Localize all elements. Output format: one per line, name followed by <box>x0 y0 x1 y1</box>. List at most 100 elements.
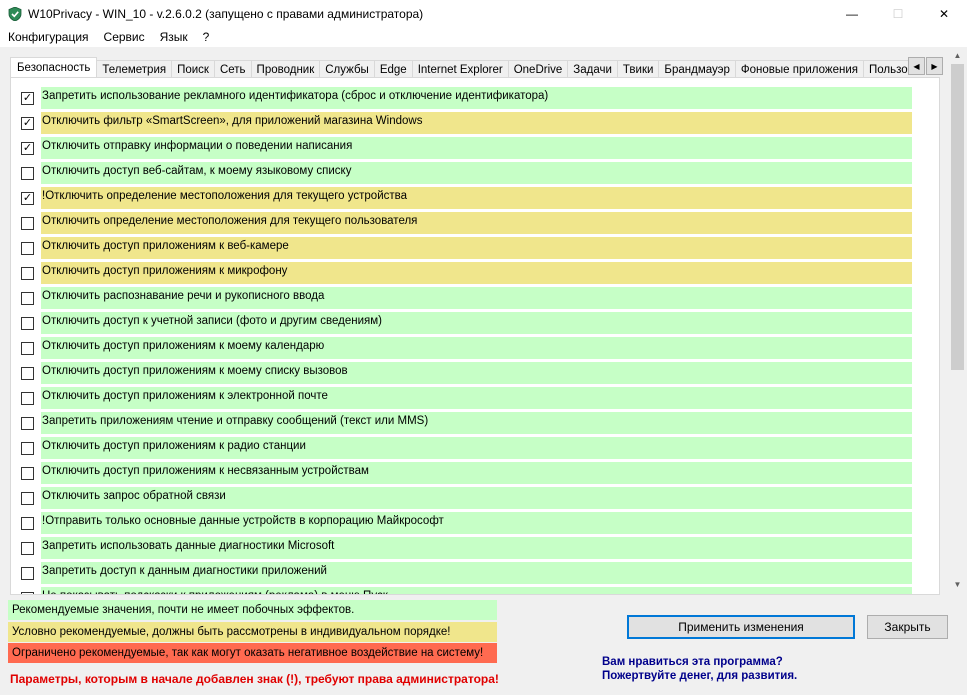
setting-row[interactable]: Отключить доступ приложениям к несвязанн… <box>11 462 939 484</box>
setting-checkbox[interactable] <box>21 167 34 180</box>
menu-configuration[interactable]: Конфигурация <box>0 30 96 44</box>
shield-icon <box>8 6 22 21</box>
setting-row[interactable]: Отключить доступ веб-сайтам, к моему язы… <box>11 162 939 184</box>
setting-label: Отключить доступ приложениям к моему кал… <box>41 337 912 359</box>
setting-row[interactable]: Отключить доступ приложениям к моему кал… <box>11 337 939 359</box>
setting-label: Запретить использовать данные диагностик… <box>41 537 912 559</box>
minimize-icon: — <box>846 6 858 21</box>
setting-row[interactable]: Отключить доступ приложениям к микрофону <box>11 262 939 284</box>
close-window-button[interactable]: ✕ <box>921 0 967 27</box>
setting-row[interactable]: ✓ Отключить отправку информации о поведен… <box>11 137 939 159</box>
apply-changes-button[interactable]: Применить изменения <box>627 615 855 639</box>
setting-checkbox[interactable] <box>21 467 34 480</box>
close-button[interactable]: Закрыть <box>867 615 948 639</box>
tab-network[interactable]: Сеть <box>213 60 252 78</box>
tab-scroll-right-button[interactable]: ▶ <box>926 57 943 75</box>
setting-row[interactable]: Отключить распознавание речи и рукописно… <box>11 287 939 309</box>
title-bar: W10Privacy - WIN_10 - v.2.6.0.2 (запущен… <box>0 0 967 27</box>
tab-edge[interactable]: Edge <box>373 60 413 78</box>
checkmark-icon: ✓ <box>22 192 33 204</box>
minimize-button[interactable]: — <box>829 0 875 27</box>
setting-checkbox[interactable] <box>21 367 34 380</box>
tab-search[interactable]: Поиск <box>171 60 215 78</box>
donate-line-1[interactable]: Вам нравиться эта программа? <box>602 656 783 668</box>
setting-checkbox[interactable]: ✓ <box>21 142 34 155</box>
arrow-down-icon: ▼ <box>953 580 962 589</box>
tab-background-apps[interactable]: Фоновые приложения <box>734 60 864 78</box>
tab-tasks[interactable]: Задачи <box>567 60 618 78</box>
scroll-up-button[interactable]: ▲ <box>949 47 966 64</box>
setting-checkbox[interactable] <box>21 417 34 430</box>
setting-row[interactable]: !Отправить только основные данные устрой… <box>11 512 939 534</box>
checkmark-icon: ✓ <box>22 92 33 104</box>
setting-label: Отключить доступ приложениям к моему спи… <box>41 362 912 384</box>
setting-row[interactable]: ✓ !Отключить определение местоположения д… <box>11 187 939 209</box>
maximize-button[interactable]: ☐ <box>875 0 921 27</box>
setting-checkbox[interactable]: ✓ <box>21 192 34 205</box>
setting-row[interactable]: ✓ Отключить фильтр «SmartScreen», для при… <box>11 112 939 134</box>
chevron-right-icon: ▶ <box>931 61 938 71</box>
setting-row[interactable]: Отключить доступ к учетной записи (фото … <box>11 312 939 334</box>
tab-scroll-left-button[interactable]: ◀ <box>908 57 925 75</box>
setting-label: Отключить определение местоположения для… <box>41 212 912 234</box>
setting-row[interactable]: Отключить доступ приложениям к веб-камер… <box>11 237 939 259</box>
tab-explorer[interactable]: Проводник <box>250 60 321 78</box>
tab-firewall[interactable]: Брандмауэр <box>658 60 736 78</box>
setting-row[interactable]: ✓ Запретить использование рекламного иден… <box>11 87 939 109</box>
scroll-down-button[interactable]: ▼ <box>949 576 966 593</box>
setting-checkbox[interactable] <box>21 542 34 555</box>
setting-checkbox[interactable] <box>21 517 34 530</box>
setting-label: !Отправить только основные данные устрой… <box>41 512 912 534</box>
legend-conditional: Условно рекомендуемые, должны быть рассм… <box>8 622 497 642</box>
arrow-up-icon: ▲ <box>953 51 962 60</box>
tab-onedrive[interactable]: OneDrive <box>507 60 569 78</box>
maximize-icon: ☐ <box>892 6 904 21</box>
setting-checkbox[interactable]: ✓ <box>21 117 34 130</box>
tab-services[interactable]: Службы <box>319 60 375 78</box>
setting-row[interactable]: Отключить доступ приложениям к электронн… <box>11 387 939 409</box>
setting-checkbox[interactable] <box>21 267 34 280</box>
setting-row[interactable]: Отключить доступ приложениям к радио ста… <box>11 437 939 459</box>
legend-recommended: Рекомендуемые значения, почти не имеет п… <box>8 600 497 620</box>
setting-checkbox[interactable] <box>21 317 34 330</box>
setting-checkbox[interactable] <box>21 342 34 355</box>
setting-row[interactable]: Запретить приложениям чтение и отправку … <box>11 412 939 434</box>
menu-help[interactable]: ? <box>195 30 217 44</box>
menu-service[interactable]: Сервис <box>96 30 152 44</box>
admin-rights-note: Параметры, которым в начале добавлен зна… <box>10 672 499 686</box>
vertical-scrollbar[interactable]: ▲ ▼ <box>949 47 966 593</box>
setting-label: Отключить доступ приложениям к электронн… <box>41 387 912 409</box>
setting-checkbox[interactable]: ✓ <box>21 92 34 105</box>
donate-line-2[interactable]: Пожертвуйте денег, для развития. <box>602 670 797 682</box>
setting-row[interactable]: Отключить определение местоположения для… <box>11 212 939 234</box>
setting-row[interactable]: Запретить доступ к данным диагностики пр… <box>11 562 939 584</box>
setting-label: Отключить запрос обратной связи <box>41 487 912 509</box>
tab-security[interactable]: Безопасность <box>10 57 98 78</box>
setting-row[interactable]: Запретить использовать данные диагностик… <box>11 537 939 559</box>
setting-label: Отключить доступ приложениям к микрофону <box>41 262 912 284</box>
setting-checkbox[interactable] <box>21 592 34 594</box>
setting-checkbox[interactable] <box>21 292 34 305</box>
setting-label: !Отключить определение местоположения дл… <box>41 187 912 209</box>
setting-checkbox[interactable] <box>21 392 34 405</box>
setting-label: Отключить доступ веб-сайтам, к моему язы… <box>41 162 912 184</box>
close-icon: ✕ <box>938 6 950 21</box>
setting-checkbox[interactable] <box>21 242 34 255</box>
setting-checkbox[interactable] <box>21 217 34 230</box>
menu-language[interactable]: Язык <box>152 30 195 44</box>
setting-checkbox[interactable] <box>21 567 34 580</box>
setting-checkbox[interactable] <box>21 492 34 505</box>
setting-row[interactable]: Отключить доступ приложениям к моему спи… <box>11 362 939 384</box>
legend-limited: Ограничено рекомендуемые, так как могут … <box>8 643 497 663</box>
setting-checkbox[interactable] <box>21 442 34 455</box>
setting-row[interactable]: Не показывать подсказки к приложениям (р… <box>11 587 939 594</box>
setting-label: Не показывать подсказки к приложениям (р… <box>41 587 912 594</box>
tab-internet-explorer[interactable]: Internet Explorer <box>411 60 509 78</box>
scroll-thumb[interactable] <box>951 64 964 370</box>
tab-tweaks[interactable]: Твики <box>616 60 660 78</box>
tab-telemetry[interactable]: Телеметрия <box>96 60 173 78</box>
checkmark-icon: ✓ <box>22 117 33 129</box>
setting-label: Отключить доступ приложениям к несвязанн… <box>41 462 912 484</box>
setting-row[interactable]: Отключить запрос обратной связи <box>11 487 939 509</box>
setting-label: Запретить использование рекламного идент… <box>41 87 912 109</box>
